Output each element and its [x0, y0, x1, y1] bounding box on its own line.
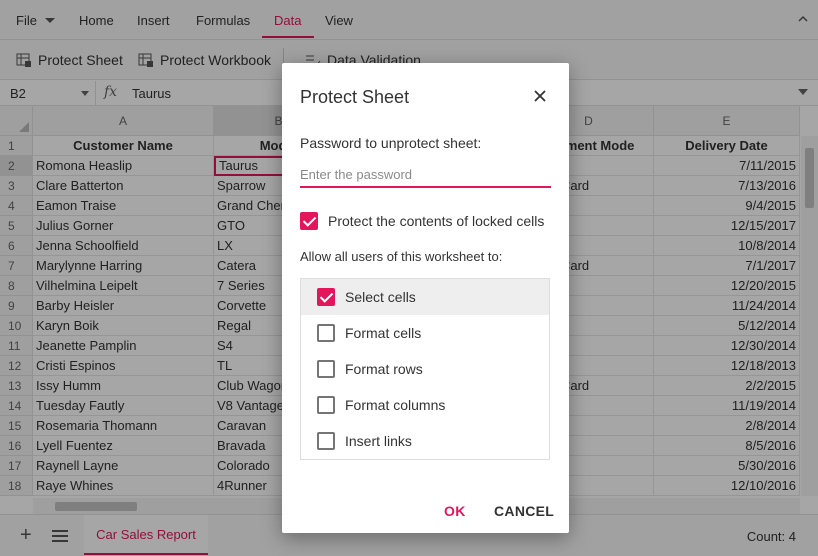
ok-button[interactable]: OK — [444, 503, 466, 519]
allow-users-label: Allow all users of this worksheet to: — [300, 249, 503, 264]
permission-label[interactable]: Select cells — [345, 289, 416, 305]
protect-sheet-dialog: Protect Sheet Password to unprotect shee… — [282, 63, 569, 533]
permission-label[interactable]: Format cells — [345, 325, 421, 341]
permission-label[interactable]: Format rows — [345, 361, 423, 377]
cancel-button[interactable]: CANCEL — [494, 503, 554, 519]
permission-item[interactable]: Format rows — [301, 351, 549, 387]
permission-checkbox[interactable] — [317, 288, 335, 306]
protect-locked-cells-checkbox[interactable] — [300, 212, 318, 230]
permission-checkbox[interactable] — [317, 360, 335, 378]
password-label: Password to unprotect sheet: — [300, 135, 482, 151]
dialog-title: Protect Sheet — [300, 87, 410, 107]
permission-checkbox[interactable] — [317, 396, 335, 414]
permission-item[interactable]: Insert links — [301, 423, 549, 459]
close-icon[interactable] — [532, 88, 548, 104]
protect-locked-cells-label[interactable]: Protect the contents of locked cells — [328, 213, 544, 229]
password-input[interactable] — [300, 163, 551, 188]
permission-item[interactable]: Format cells — [301, 315, 549, 351]
permission-item[interactable]: Format columns — [301, 387, 549, 423]
permission-item[interactable]: Select cells — [301, 279, 549, 315]
permission-label[interactable]: Insert links — [345, 433, 412, 449]
permission-checkbox[interactable] — [317, 324, 335, 342]
permissions-list: Select cells Format cells Format rows Forma… — [300, 278, 550, 460]
permission-label[interactable]: Format columns — [345, 397, 445, 413]
permission-checkbox[interactable] — [317, 432, 335, 450]
